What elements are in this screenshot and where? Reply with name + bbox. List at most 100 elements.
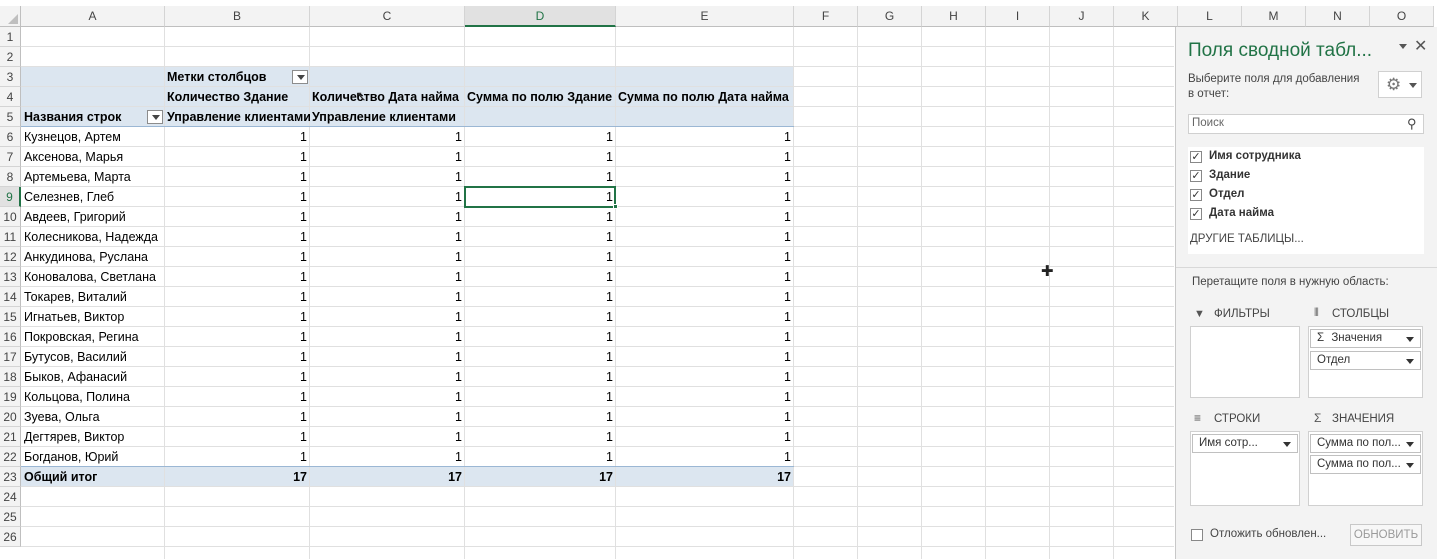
column-header-l[interactable]: L — [1178, 6, 1242, 27]
close-icon[interactable]: ✕ — [1414, 36, 1427, 56]
search-input[interactable]: Поиск ⚲ — [1188, 114, 1424, 134]
columns-item-values[interactable]: Σ Значения — [1310, 329, 1421, 348]
column-header-k[interactable]: K — [1114, 6, 1178, 27]
pivot-value-cell[interactable]: 1 — [616, 407, 794, 427]
pivot-row-name[interactable]: Покровская, Регина — [24, 327, 166, 347]
row-header-26[interactable]: 26 — [0, 527, 21, 547]
pivot-row-name[interactable]: Игнатьев, Виктор — [24, 307, 166, 327]
grand-total-cell[interactable]: 17 — [310, 467, 465, 487]
pivot-value-cell[interactable]: 1 — [310, 127, 465, 147]
row-header-18[interactable]: 18 — [0, 367, 21, 387]
pivot-value-cell[interactable]: 1 — [616, 267, 794, 287]
pivot-value-cell[interactable]: 1 — [165, 267, 310, 287]
pivot-value-cell[interactable]: 1 — [310, 287, 465, 307]
row-header-13[interactable]: 13 — [0, 267, 21, 287]
pivot-value-cell[interactable]: 1 — [310, 267, 465, 287]
row-header-4[interactable]: 4 — [0, 87, 21, 107]
row-header-6[interactable]: 6 — [0, 127, 21, 147]
pivot-value-cell[interactable]: 1 — [616, 447, 794, 467]
pivot-value-cell[interactable]: 1 — [165, 287, 310, 307]
row-header-14[interactable]: 14 — [0, 287, 21, 307]
pivot-row-name[interactable]: Коновалова, Светлана — [24, 267, 166, 287]
pivot-value-cell[interactable]: 1 — [165, 147, 310, 167]
pivot-row-name[interactable]: Анкудинова, Руслана — [24, 247, 166, 267]
pivot-value-cell[interactable]: 1 — [310, 167, 465, 187]
row-header-15[interactable]: 15 — [0, 307, 21, 327]
more-tables-link[interactable]: ДРУГИЕ ТАБЛИЦЫ... — [1190, 233, 1304, 245]
filters-drop-area[interactable] — [1190, 326, 1300, 398]
row-header-17[interactable]: 17 — [0, 347, 21, 367]
column-header-o[interactable]: O — [1370, 6, 1434, 27]
field-item[interactable]: ✓ Имя сотрудника — [1190, 149, 1420, 167]
values-item-2[interactable]: Сумма по пол... — [1310, 455, 1421, 474]
pivot-value-cell[interactable]: 1 — [310, 247, 465, 267]
row-header-23[interactable]: 23 — [0, 467, 21, 487]
column-header-j[interactable]: J — [1050, 6, 1114, 27]
pivot-row-name[interactable]: Авдеев, Григорий — [24, 207, 166, 227]
row-header-8[interactable]: 8 — [0, 167, 21, 187]
pivot-value-cell[interactable]: 1 — [616, 147, 794, 167]
pivot-value-cell[interactable]: 1 — [616, 287, 794, 307]
pivot-value-cell[interactable]: 1 — [465, 387, 616, 407]
pivot-value-cell[interactable]: 1 — [465, 167, 616, 187]
pivot-value-cell[interactable]: 1 — [465, 307, 616, 327]
field-checkbox[interactable]: ✓ — [1190, 189, 1202, 201]
pivot-row-name[interactable]: Аксенова, Марья — [24, 147, 166, 167]
select-all-corner[interactable] — [0, 6, 21, 27]
pivot-value-cell[interactable]: 1 — [616, 227, 794, 247]
pivot-value-cell[interactable]: 1 — [616, 327, 794, 347]
row-header-9[interactable]: 9 — [0, 187, 21, 207]
row-header-16[interactable]: 16 — [0, 327, 21, 347]
grand-total-cell[interactable]: 17 — [616, 467, 794, 487]
pivot-value-cell[interactable]: 1 — [310, 187, 465, 207]
pivot-value-cell[interactable]: 1 — [310, 447, 465, 467]
pivot-value-cell[interactable]: 1 — [310, 347, 465, 367]
pivot-value-cell[interactable]: 1 — [165, 207, 310, 227]
pivot-value-cell[interactable]: 1 — [465, 427, 616, 447]
pivot-value-cell[interactable]: 1 — [616, 167, 794, 187]
pivot-value-cell[interactable]: 1 — [165, 367, 310, 387]
field-checkbox[interactable]: ✓ — [1190, 151, 1202, 163]
pivot-row-name[interactable]: Кузнецов, Артем — [24, 127, 166, 147]
column-header-a[interactable]: A — [21, 6, 165, 27]
grand-total-cell[interactable]: 17 — [465, 467, 616, 487]
pivot-row-name[interactable]: Бутусов, Василий — [24, 347, 166, 367]
pivot-value-cell[interactable]: 1 — [310, 147, 465, 167]
pivot-value-cell[interactable]: 1 — [310, 427, 465, 447]
pivot-value-cell[interactable]: 1 — [465, 407, 616, 427]
update-button[interactable]: ОБНОВИТЬ — [1350, 524, 1422, 546]
pivot-value-cell[interactable]: 1 — [310, 307, 465, 327]
row-header-24[interactable]: 24 — [0, 487, 21, 507]
tools-button[interactable]: ⚙ — [1378, 71, 1422, 98]
pivot-row-name[interactable]: Токарев, Виталий — [24, 287, 166, 307]
row-header-20[interactable]: 20 — [0, 407, 21, 427]
field-item[interactable]: ✓ Дата найма — [1190, 206, 1420, 224]
pivot-value-cell[interactable]: 1 — [616, 187, 794, 207]
field-checkbox[interactable]: ✓ — [1190, 170, 1202, 182]
pivot-value-cell[interactable]: 1 — [465, 247, 616, 267]
column-header-m[interactable]: M — [1242, 6, 1306, 27]
pivot-value-cell[interactable]: 1 — [465, 227, 616, 247]
pivot-value-cell[interactable]: 1 — [616, 207, 794, 227]
column-header-c[interactable]: C — [310, 6, 465, 27]
pivot-value-cell[interactable]: 1 — [465, 367, 616, 387]
pivot-value-cell[interactable]: 1 — [616, 247, 794, 267]
row-header-21[interactable]: 21 — [0, 427, 21, 447]
pivot-value-cell[interactable]: 1 — [310, 387, 465, 407]
column-header-n[interactable]: N — [1306, 6, 1370, 27]
pivot-value-cell[interactable]: 1 — [165, 227, 310, 247]
row-header-7[interactable]: 7 — [0, 147, 21, 167]
pivot-value-cell[interactable]: 1 — [310, 327, 465, 347]
pane-options-icon[interactable] — [1398, 41, 1408, 51]
rows-item-employee[interactable]: Имя сотр... — [1192, 434, 1298, 453]
field-checkbox[interactable]: ✓ — [1190, 208, 1202, 220]
field-item[interactable]: ✓ Отдел — [1190, 187, 1420, 205]
row-header-11[interactable]: 11 — [0, 227, 21, 247]
pivot-value-cell[interactable]: 1 — [465, 127, 616, 147]
pivot-value-cell[interactable]: 1 — [165, 327, 310, 347]
column-header-h[interactable]: H — [922, 6, 986, 27]
pivot-row-name[interactable]: Колесникова, Надежда — [24, 227, 166, 247]
pivot-row-name[interactable]: Быков, Афанасий — [24, 367, 166, 387]
pivot-value-cell[interactable]: 1 — [165, 447, 310, 467]
pivot-row-name[interactable]: Кольцова, Полина — [24, 387, 166, 407]
